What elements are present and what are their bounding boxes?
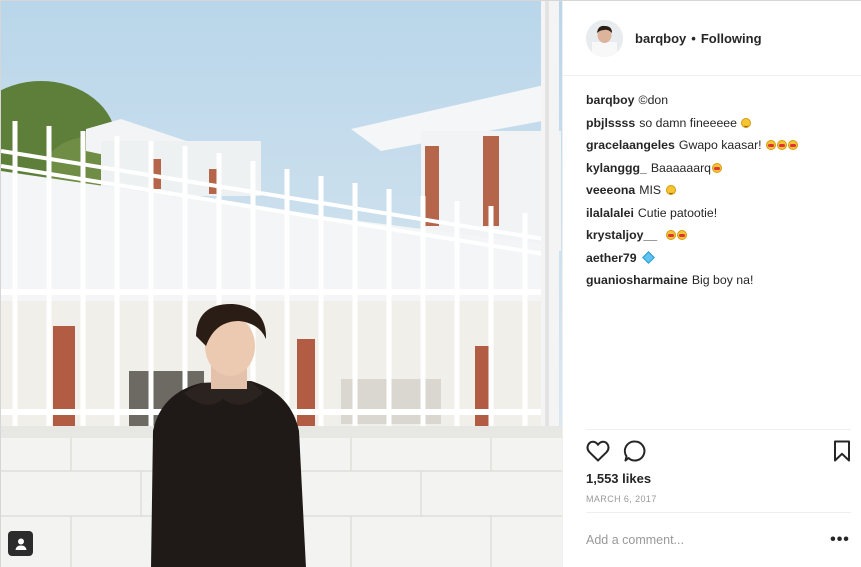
post-frame: barqboy • Following barqboy ©don pbjlssss… [0,0,861,567]
comment-username[interactable]: gracelaangeles [586,138,675,152]
comment-text: Cutie patootie! [637,205,718,220]
heart-eyes-emoji-icon [676,230,687,240]
heart-eyes-emoji-icon [712,162,722,173]
heart-eyes-emoji-icon [766,140,777,150]
comment-text: MIS [639,183,662,197]
heart-eyes-emoji-icon [788,140,799,150]
comment-username[interactable]: veeeona [586,183,635,197]
comment-username[interactable]: pbjlssss [586,116,635,130]
post-header: barqboy • Following [563,1,861,76]
comment-username[interactable]: kylanggg_ [586,161,647,175]
post-details-panel: barqboy • Following barqboy ©don pbjlssss… [562,1,861,567]
following-button[interactable]: Following [701,31,762,46]
comment-text: Big boy na! [691,273,754,287]
list-item: krystaljoy__ [586,224,851,247]
comment-username[interactable]: aether79 [586,251,637,265]
likes-count[interactable]: 1,553 likes [586,471,651,486]
list-item: aether79 [586,247,851,270]
comment-username[interactable]: krystaljoy__ [586,228,657,242]
add-comment-bar: ••• [586,512,851,566]
comment-text: so damn fineeeee [639,115,737,130]
header-username[interactable]: barqboy [635,31,686,46]
heart-eyes-emoji-icon [777,140,788,150]
smile-emoji-icon [741,117,752,128]
bookmark-icon[interactable] [829,438,855,464]
list-item: gracelaangeles Gwapo kaasar! [586,134,851,157]
post-photo[interactable] [1,1,562,567]
heart-outline-icon[interactable] [585,438,611,464]
heart-eyes-emoji-icon [665,230,676,240]
comment-username[interactable]: guaniosharmaine [586,273,688,287]
comment-username[interactable]: ilalalalei [586,206,634,220]
diamond-emoji-icon [641,250,655,264]
header-separator: • [691,30,696,46]
list-item: kylanggg_ Baaaaaarq [586,157,851,180]
list-item: veeeona MIS [586,179,851,202]
comment-text: Gwapo kaasar! [678,138,762,152]
list-item: guaniosharmaine Big boy na! [586,269,851,292]
caption-username[interactable]: barqboy [586,93,635,107]
caption-text: ©don [638,93,669,107]
person-tag-icon[interactable] [8,531,33,556]
list-item: pbjlssss so damn fineeeee [586,112,851,135]
comment-list: barqboy ©don pbjlssss so damn fineeeee gra… [586,89,851,292]
avatar[interactable] [586,19,623,57]
caption: barqboy ©don [586,89,851,112]
add-comment-input[interactable] [586,530,816,550]
speech-bubble-icon[interactable] [622,438,648,464]
smile-emoji-icon [665,185,676,195]
comment-text: Baaaaaarq [650,160,711,175]
post-photo-image [1,1,562,567]
post-date[interactable]: MARCH 6, 2017 [586,494,657,504]
action-bar [585,438,855,464]
list-item: ilalalalei Cutie patootie! [586,202,851,225]
divider [586,429,851,430]
more-options-button[interactable]: ••• [829,531,851,549]
